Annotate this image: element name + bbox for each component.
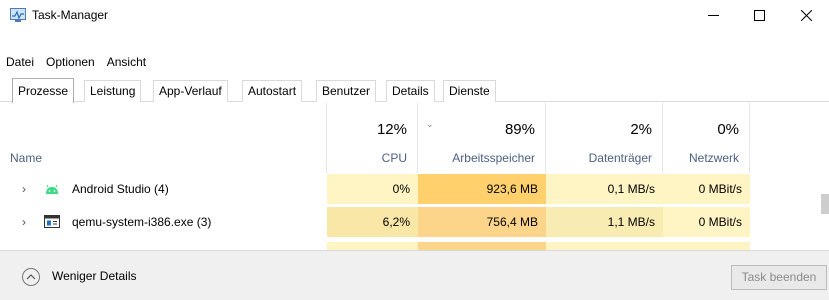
end-task-button[interactable]: Task beenden bbox=[731, 265, 827, 290]
android-icon bbox=[46, 184, 58, 194]
process-row-partial bbox=[0, 242, 829, 250]
collapse-chevron-up-icon[interactable] bbox=[22, 268, 40, 286]
minimize-icon bbox=[707, 14, 719, 16]
column-header-disk[interactable]: 2% Datenträger bbox=[546, 103, 663, 173]
process-cpu: 6,2% bbox=[327, 207, 418, 237]
sort-descending-icon: ⌄ bbox=[426, 119, 434, 129]
tab-leistung[interactable]: Leistung bbox=[84, 80, 142, 102]
minimize-button[interactable] bbox=[690, 0, 736, 30]
process-cpu: 0% bbox=[327, 174, 418, 204]
process-row[interactable]: › Android Studio (4) 0% 923,6 MB 0,1 MB/… bbox=[0, 174, 829, 204]
menu-bar: Datei Optionen Ansicht bbox=[0, 52, 152, 72]
tab-prozesse[interactable]: Prozesse bbox=[12, 78, 75, 103]
disk-total-percent: 2% bbox=[630, 121, 652, 138]
tab-autostart[interactable]: Autostart bbox=[242, 80, 303, 102]
column-header-cpu[interactable]: 12% CPU bbox=[327, 103, 418, 173]
process-disk: 1,1 MB/s bbox=[546, 207, 663, 237]
tab-bar: Prozesse Leistung App-Verlauf Autostart … bbox=[0, 78, 829, 103]
scrollbar-thumb[interactable] bbox=[821, 194, 829, 214]
tab-app-verlauf[interactable]: App-Verlauf bbox=[153, 80, 228, 102]
close-button[interactable] bbox=[783, 0, 829, 30]
close-icon bbox=[800, 9, 812, 21]
process-name: qemu-system-i386.exe (3) bbox=[72, 215, 212, 229]
process-memory: 923,6 MB bbox=[418, 174, 546, 204]
window-title: Task-Manager bbox=[32, 8, 109, 22]
expand-chevron-icon[interactable]: › bbox=[22, 207, 26, 237]
menu-ansicht[interactable]: Ansicht bbox=[101, 52, 152, 72]
cpu-total-percent: 12% bbox=[376, 121, 407, 138]
memory-total-percent: 89% bbox=[504, 121, 535, 138]
process-network: 0 MBit/s bbox=[663, 174, 750, 204]
task-manager-icon bbox=[10, 8, 26, 22]
process-row[interactable]: › qemu-system-i386.exe (3) 6,2% 756,4 MB… bbox=[0, 207, 829, 237]
vertical-scrollbar[interactable] bbox=[818, 174, 829, 250]
process-name-cell: › qemu-system-i386.exe (3) bbox=[0, 207, 326, 237]
process-disk: 0,1 MB/s bbox=[546, 174, 663, 204]
menu-datei[interactable]: Datei bbox=[0, 52, 40, 72]
expand-chevron-icon[interactable]: › bbox=[22, 174, 26, 204]
process-memory: 756,4 MB bbox=[418, 207, 546, 237]
process-network: 0 MBit/s bbox=[663, 207, 750, 237]
column-header-name[interactable]: Name bbox=[0, 103, 327, 173]
partial-cpu-cell bbox=[327, 242, 418, 250]
tab-benutzer[interactable]: Benutzer bbox=[316, 80, 377, 102]
partial-memory-cell bbox=[418, 242, 546, 250]
column-header-memory[interactable]: ⌄ 89% Arbeitsspeicher bbox=[418, 103, 546, 173]
column-header-network[interactable]: 0% Netzwerk bbox=[663, 103, 750, 173]
maximize-icon bbox=[753, 9, 765, 21]
partial-disk-cell bbox=[546, 242, 663, 250]
chevron-up-icon bbox=[26, 274, 36, 280]
process-table: Name 12% CPU ⌄ 89% Arbeitsspeicher 2% Da… bbox=[0, 103, 829, 250]
application-window-icon bbox=[44, 215, 60, 228]
column-label-name: Name bbox=[10, 151, 43, 165]
process-name: Android Studio (4) bbox=[72, 182, 169, 196]
network-total-percent: 0% bbox=[717, 121, 739, 138]
tab-dienste[interactable]: Dienste bbox=[443, 80, 496, 102]
column-label-disk: Datenträger bbox=[588, 151, 652, 165]
column-label-network: Netzwerk bbox=[688, 151, 739, 165]
title-bar: Task-Manager bbox=[0, 0, 829, 30]
column-label-memory: Arbeitsspeicher bbox=[452, 151, 535, 165]
less-details-link[interactable]: Weniger Details bbox=[52, 269, 136, 283]
tab-details[interactable]: Details bbox=[386, 80, 435, 102]
process-name-cell: › Android Studio (4) bbox=[0, 174, 326, 204]
column-label-cpu: CPU bbox=[381, 151, 407, 165]
footer-bar: Weniger Details Task beenden bbox=[0, 250, 829, 300]
partial-network-cell bbox=[663, 242, 750, 250]
maximize-button[interactable] bbox=[736, 0, 782, 30]
menu-optionen[interactable]: Optionen bbox=[40, 52, 101, 72]
